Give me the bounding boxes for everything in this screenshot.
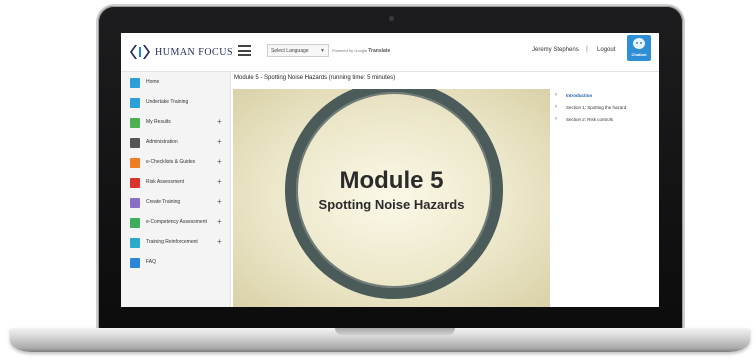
expand-plus-icon[interactable]: + bbox=[217, 177, 222, 186]
expand-plus-icon[interactable]: + bbox=[217, 237, 222, 246]
expand-plus-icon[interactable]: + bbox=[217, 157, 222, 166]
sidebar-item-label: Risk Assessment bbox=[146, 179, 185, 185]
video-player[interactable]: Module 5 Spotting Noise Hazards bbox=[233, 89, 550, 307]
sidebar-item-label: Undertake Training bbox=[146, 99, 189, 105]
translate-label: Translate bbox=[368, 48, 391, 54]
pencil-icon bbox=[130, 198, 140, 208]
powered-by-label: Powered by bbox=[332, 48, 354, 53]
toc-item-label: Introduction bbox=[566, 93, 593, 98]
logo-icon bbox=[130, 45, 150, 59]
chevron-right-icon: › bbox=[555, 92, 557, 98]
header-separator: | bbox=[586, 46, 588, 53]
chatbot-label: Chatbot bbox=[631, 52, 647, 57]
reinforcement-icon bbox=[130, 238, 140, 248]
video-subtitle: Spotting Noise Hazards bbox=[318, 197, 465, 212]
expand-plus-icon[interactable]: + bbox=[217, 197, 222, 206]
google-translate-credit: Powered by Google Translate bbox=[332, 48, 390, 54]
video-title: Module 5 bbox=[339, 167, 444, 194]
sidebar-item[interactable]: Home bbox=[121, 76, 230, 92]
sidebar-item[interactable]: e-Competency Assessment + bbox=[121, 216, 230, 232]
sidebar-item-label: e-Competency Assessment bbox=[146, 219, 207, 225]
home-icon bbox=[130, 78, 140, 88]
chatbot-button[interactable]: Chatbot bbox=[627, 35, 651, 61]
language-select-value: Select Language bbox=[271, 48, 309, 54]
sidebar-item[interactable]: Create Training + bbox=[121, 196, 230, 212]
chatbot-icon bbox=[633, 38, 645, 49]
warning-icon bbox=[130, 178, 140, 188]
sidebar-item[interactable]: Training Reinforcement + bbox=[121, 236, 230, 252]
sidebar-item-label: FAQ bbox=[146, 259, 157, 265]
person-icon bbox=[130, 98, 140, 108]
chevron-right-icon: › bbox=[555, 104, 557, 110]
brand-logo[interactable]: HUMAN FOCUS bbox=[129, 42, 233, 62]
expand-plus-icon[interactable]: + bbox=[217, 137, 222, 146]
checklist-icon bbox=[130, 158, 140, 168]
admin-icon bbox=[130, 138, 140, 148]
laptop-camera bbox=[389, 16, 394, 21]
brand-name: HUMAN FOCUS bbox=[155, 46, 234, 58]
sidebar-item-label: e-Checklists & Guides bbox=[146, 159, 196, 165]
toc-item[interactable]: › Introduction bbox=[551, 91, 659, 103]
sidebar-item-label: Create Training bbox=[146, 199, 181, 205]
laptop-base bbox=[10, 328, 750, 352]
menu-toggle-icon[interactable] bbox=[238, 45, 251, 56]
sidebar-item-label: Home bbox=[146, 79, 160, 85]
faq-icon bbox=[130, 258, 140, 268]
sidebar-item-label: Administration bbox=[146, 139, 178, 145]
toc-item-label: Section 2: Risk controls bbox=[566, 117, 614, 122]
chevron-down-icon: ▼ bbox=[320, 48, 325, 54]
sidebar-item[interactable]: Risk Assessment + bbox=[121, 176, 230, 192]
competency-icon bbox=[130, 218, 140, 228]
sidebar: Home Undertake Training My Results + Adminis… bbox=[121, 72, 231, 307]
expand-plus-icon[interactable]: + bbox=[217, 217, 222, 226]
expand-plus-icon[interactable]: + bbox=[217, 117, 222, 126]
chevron-right-icon: › bbox=[555, 116, 557, 122]
results-icon bbox=[130, 118, 140, 128]
sidebar-item-label: Training Reinforcement bbox=[146, 239, 198, 245]
google-label: Google bbox=[354, 48, 368, 53]
user-name[interactable]: Jeremy Stephens bbox=[532, 47, 579, 53]
sidebar-item[interactable]: My Results + bbox=[121, 116, 230, 132]
toc-item-label: Section 1: Spotting the hazard bbox=[566, 105, 627, 110]
app-screen: HUMAN FOCUS Select Language ▼ Powered by… bbox=[121, 33, 659, 307]
toc-item[interactable]: › Section 2: Risk controls bbox=[551, 115, 659, 127]
module-contents: › Introduction › Section 1: Spotting the ha… bbox=[551, 89, 659, 129]
sidebar-item[interactable]: Administration + bbox=[121, 136, 230, 152]
logout-link[interactable]: Logout bbox=[597, 47, 615, 53]
top-bar: HUMAN FOCUS Select Language ▼ Powered by… bbox=[121, 33, 659, 72]
laptop-notch bbox=[335, 328, 455, 335]
sidebar-item[interactable]: FAQ bbox=[121, 256, 230, 272]
sidebar-item[interactable]: Undertake Training bbox=[121, 96, 230, 112]
language-select[interactable]: Select Language ▼ bbox=[267, 44, 329, 57]
module-title: Module 5 - Spotting Noise Hazards (runni… bbox=[234, 75, 396, 81]
sidebar-item[interactable]: e-Checklists & Guides + bbox=[121, 156, 230, 172]
toc-item[interactable]: › Section 1: Spotting the hazard bbox=[551, 103, 659, 115]
sidebar-item-label: My Results bbox=[146, 119, 171, 125]
